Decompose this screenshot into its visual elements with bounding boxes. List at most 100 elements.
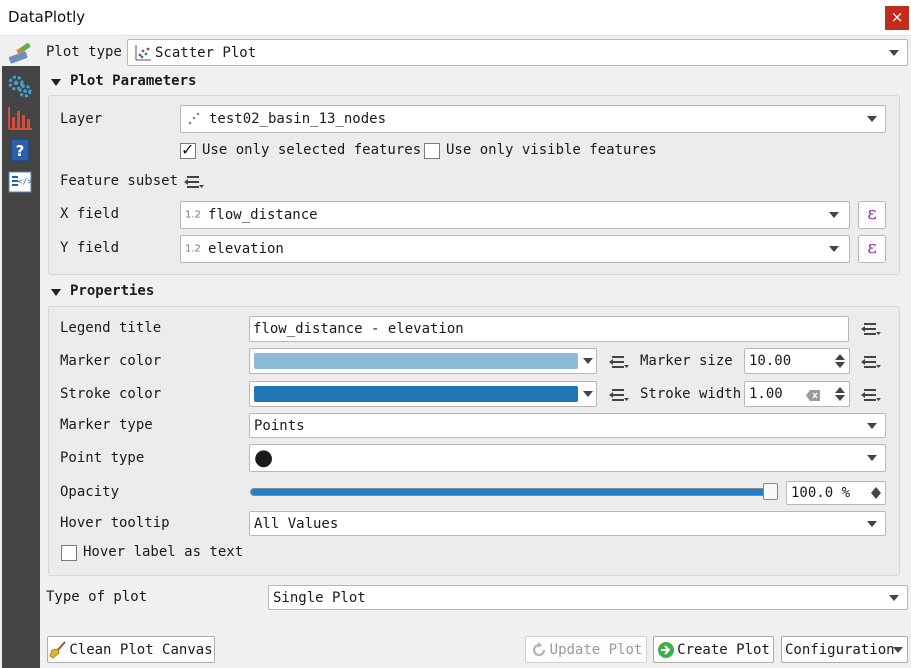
x-field-label: X field [60, 206, 120, 222]
clean-plot-canvas-label: Clean Plot Canvas [69, 641, 213, 658]
layer-value: test02_basin_13_nodes [209, 111, 387, 127]
stroke-width-value: 1.00 [749, 386, 783, 402]
marker-color-label: Marker color [60, 353, 162, 369]
window-title: DataPlotly [8, 8, 86, 26]
data-defined-override-icon[interactable] [183, 173, 205, 191]
use-selected-label[interactable]: Use only selected features [202, 142, 421, 158]
x-field-combo[interactable]: 1.2 flow_distance [180, 201, 850, 229]
marker-type-value: Points [254, 417, 305, 434]
chevron-down-icon [893, 646, 903, 653]
use-visible-label[interactable]: Use only visible features [446, 142, 657, 158]
type-of-plot-combo[interactable]: Single Plot [268, 585, 908, 610]
layer-label: Layer [60, 111, 103, 127]
plot-brush-icon[interactable] [6, 41, 34, 65]
opacity-slider-track[interactable] [250, 488, 778, 496]
stroke-color-swatch [254, 386, 578, 402]
collapse-arrow-icon[interactable] [51, 79, 61, 86]
data-defined-override-icon[interactable] [608, 353, 630, 371]
check-icon: ✓ [181, 140, 195, 159]
x-field-value: flow_distance [208, 207, 318, 223]
sidebar: ? </> [2, 66, 40, 668]
chevron-down-icon [889, 594, 899, 601]
stroke-width-spinbox[interactable]: 1.00 [744, 381, 850, 407]
marker-size-value: 10.00 [749, 353, 792, 369]
svg-text:?: ? [16, 142, 25, 160]
numeric-field-icon: 1.2 [185, 209, 201, 221]
chevron-down-icon [889, 49, 899, 56]
layer-combo[interactable]: test02_basin_13_nodes [180, 105, 886, 133]
hover-label-text[interactable]: Hover label as text [83, 544, 243, 560]
y-field-value: elevation [208, 241, 284, 257]
stroke-width-label: Stroke width [640, 386, 742, 402]
chevron-down-icon [867, 116, 877, 122]
x-expression-button[interactable]: ε [858, 201, 886, 229]
chevron-down-icon [583, 358, 593, 364]
point-type-symbol: ● [254, 445, 274, 471]
create-plot-label: Create Plot [677, 641, 770, 658]
properties-header[interactable]: Properties [70, 283, 154, 299]
refresh-icon [530, 641, 548, 659]
y-field-combo[interactable]: 1.2 elevation [180, 235, 850, 263]
title-bar: DataPlotly × [0, 0, 911, 36]
plot-type-label: Plot type [46, 44, 122, 60]
spin-down-icon[interactable] [871, 493, 881, 499]
stroke-color-label: Stroke color [60, 386, 162, 402]
legend-title-value: flow_distance - elevation [253, 321, 464, 337]
point-type-label: Point type [60, 450, 145, 466]
plot-type-combo[interactable]: Scatter Plot [127, 39, 908, 66]
collapse-arrow-icon[interactable] [51, 289, 61, 296]
spin-up-icon[interactable] [835, 387, 845, 393]
opacity-slider-handle[interactable] [763, 483, 778, 500]
use-visible-checkbox[interactable] [424, 143, 440, 159]
chevron-down-icon [867, 422, 877, 429]
hover-label-checkbox[interactable] [61, 545, 77, 561]
spin-up-icon[interactable] [835, 354, 845, 360]
marker-color-swatch [254, 353, 578, 369]
chevron-down-icon [867, 520, 877, 527]
chevron-down-icon [829, 212, 839, 218]
y-expression-button[interactable]: ε [858, 235, 886, 263]
data-defined-override-icon[interactable] [860, 353, 882, 371]
chevron-down-icon [583, 391, 593, 397]
chevron-down-icon [867, 455, 877, 461]
marker-type-combo[interactable]: Points [249, 413, 886, 438]
hover-tooltip-value: All Values [254, 515, 339, 532]
data-defined-override-icon[interactable] [608, 386, 630, 404]
data-defined-override-icon[interactable] [860, 320, 882, 338]
clean-plot-canvas-button[interactable]: Clean Plot Canvas [47, 636, 215, 663]
broom-icon [49, 640, 67, 659]
settings-gears-icon[interactable] [5, 72, 35, 100]
legend-title-label: Legend title [60, 320, 162, 336]
spin-down-icon[interactable] [835, 362, 845, 368]
opacity-value: 100.0 % [791, 485, 851, 501]
data-defined-override-icon[interactable] [860, 386, 882, 404]
hover-tooltip-combo[interactable]: All Values [249, 511, 886, 536]
help-icon[interactable]: ? [5, 136, 35, 164]
create-plot-icon [657, 641, 675, 659]
marker-type-label: Marker type [60, 417, 153, 433]
stroke-color-button[interactable] [249, 381, 597, 407]
use-selected-checkbox[interactable]: ✓ [180, 140, 196, 159]
type-of-plot-value: Single Plot [273, 589, 366, 606]
point-type-combo[interactable]: ● [249, 444, 886, 472]
plot-parameters-header[interactable]: Plot Parameters [70, 73, 196, 89]
point-layer-icon [187, 112, 201, 126]
code-editor-icon[interactable]: </> [5, 168, 35, 196]
feature-subset-label: Feature subset [60, 173, 179, 189]
marker-size-spinbox[interactable]: 10.00 [744, 348, 850, 374]
opacity-spinbox[interactable]: 100.0 % [786, 481, 886, 505]
marker-color-button[interactable] [249, 348, 597, 374]
update-plot-button[interactable]: Update Plot [525, 636, 647, 663]
chevron-down-icon [829, 246, 839, 252]
opacity-label: Opacity [60, 484, 120, 500]
clear-icon[interactable] [806, 389, 820, 401]
close-button[interactable]: × [885, 6, 909, 30]
hover-tooltip-label: Hover tooltip [60, 515, 170, 531]
configuration-button[interactable]: Configuration [781, 636, 908, 663]
create-plot-button[interactable]: Create Plot [653, 636, 774, 663]
configuration-label: Configuration [785, 641, 895, 658]
spin-down-icon[interactable] [835, 395, 845, 401]
legend-title-input[interactable]: flow_distance - elevation [249, 316, 849, 342]
y-field-label: Y field [60, 240, 120, 256]
bar-chart-icon[interactable] [5, 104, 35, 132]
